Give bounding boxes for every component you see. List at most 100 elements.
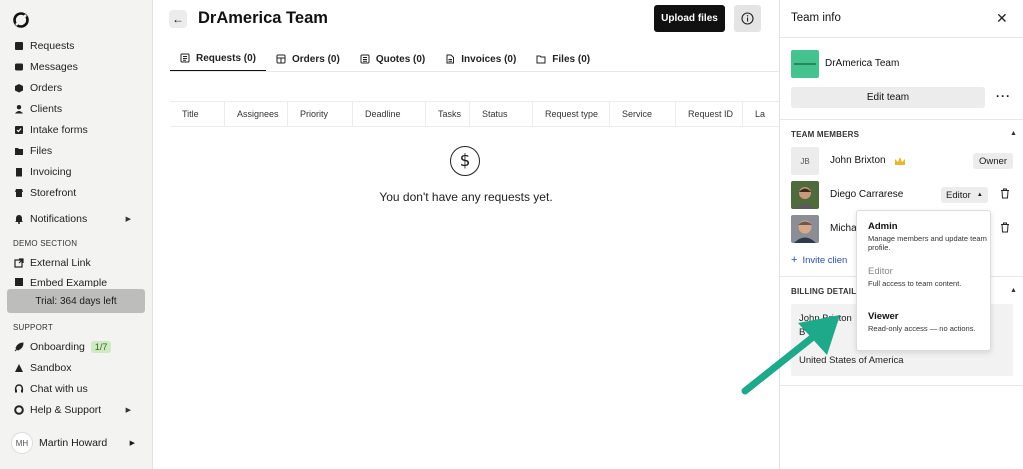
annotation-arrow-icon [741,315,840,395]
sidebar-item-messages[interactable]: Messages [0,57,153,77]
role-option-viewer[interactable]: Viewer Read-only access — no actions. [868,311,988,333]
team-logo-mark [794,63,816,65]
plus-icon: + [791,254,798,266]
sidebar-item-invoicing[interactable]: Invoicing [0,162,153,182]
bell-icon [14,214,24,224]
headset-icon [14,384,24,394]
embed-icon [14,277,24,287]
role-option-desc: Full access to team content. [868,279,962,288]
info-icon [741,12,754,25]
sidebar-item-chat[interactable]: Chat with us [0,379,153,399]
trash-icon[interactable] [1000,222,1010,233]
column-header[interactable]: Deadline [353,102,426,126]
column-header[interactable]: Status [470,102,533,126]
tabs-divider [170,71,779,72]
more-options-icon[interactable]: ··· [996,89,1011,103]
tab-requests[interactable]: Requests (0) [170,46,267,72]
user-menu[interactable]: MH Martin Howard ▶ [0,430,153,456]
tab-quotes[interactable]: Quotes (0) [350,46,435,72]
trash-icon[interactable] [1000,188,1010,199]
caret-up-icon: ▲ [976,192,983,198]
role-option-title: Editor [868,266,893,277]
folder-icon [536,54,546,64]
role-option-admin[interactable]: Admin Manage members and update team pro… [868,221,988,252]
panel-title: Team info [791,12,841,24]
tab-label: Quotes (0) [375,53,426,65]
caret-up-icon[interactable]: ▲ [1010,287,1017,294]
edit-team-button[interactable]: Edit team [791,87,985,108]
info-button[interactable] [734,5,761,32]
sidebar-item-storefront[interactable]: Storefront [0,183,153,203]
role-option-title: Admin [868,221,898,232]
sidebar-item-intake-forms[interactable]: Intake forms [0,120,153,140]
sidebar-item-label: Clients [30,103,63,115]
back-button[interactable]: ← [169,10,187,28]
sidebar-item-onboarding[interactable]: Onboarding 1/7 [0,337,153,357]
role-select[interactable]: Editor ▲ [941,187,988,203]
tab-invoices[interactable]: Invoices (0) [435,46,526,72]
sidebar-item-label: Help & Support [30,404,102,416]
chevron-right-icon: ▶ [129,440,135,447]
sandbox-icon [14,363,24,373]
billing-details-title: BILLING DETAILS [791,287,862,296]
grid-icon [276,54,286,64]
tab-files[interactable]: Files (0) [526,46,600,72]
column-header[interactable]: La [743,102,779,126]
sidebar-item-clients[interactable]: Clients [0,99,153,119]
divider [780,37,1023,38]
invoice-icon [14,167,24,177]
member-name: Diego Carrarese [830,189,904,200]
folder-icon [14,146,24,156]
external-link-icon [14,258,24,268]
column-header[interactable]: Service [610,102,676,126]
divider [780,119,1023,120]
table-header: Title Assignees Priority Deadline Tasks … [170,101,779,127]
close-icon[interactable]: ✕ [996,10,1008,27]
sidebar-item-files[interactable]: Files [0,141,153,161]
main-content: ← DrAmerica Team Upload files Requests (… [153,0,779,469]
column-header[interactable]: Request type [533,102,610,126]
trial-banner[interactable]: Trial: 364 days left [7,289,145,313]
sidebar-item-notifications[interactable]: Notifications ▶ [0,209,153,229]
caret-up-icon[interactable]: ▲ [1010,130,1017,137]
tab-label: Orders (0) [292,53,340,65]
sidebar-item-label: Files [30,145,53,157]
member-name: John Brixton [830,155,886,166]
upload-files-button[interactable]: Upload files [654,5,725,32]
team-logo [791,50,819,78]
sidebar-item-embed-example[interactable]: Embed Example [0,274,153,287]
role-option-title: Viewer [868,311,899,322]
column-header[interactable]: Title [170,102,225,126]
role-select-value: Editor [946,189,971,201]
sidebar-item-external-link[interactable]: External Link [0,253,153,273]
role-option-editor[interactable]: Editor Full access to team content. [868,266,988,288]
column-header[interactable]: Tasks [426,102,470,126]
sidebar-item-sandbox[interactable]: Sandbox [0,358,153,378]
sidebar-item-requests[interactable]: Requests [0,36,153,56]
column-header[interactable]: Request ID [676,102,743,126]
box-icon [14,83,24,93]
member-name: Micha [830,223,857,234]
arrow-left-icon: ← [172,12,184,26]
tab-label: Requests (0) [196,52,257,64]
lifebuoy-icon [14,405,24,415]
column-header[interactable]: Assignees [225,102,288,126]
tab-orders[interactable]: Orders (0) [266,46,350,72]
tab-label: Invoices (0) [461,53,517,65]
avatar: JB [791,147,819,175]
layers-icon [14,41,24,51]
role-option-desc: Read-only access — no actions. [868,324,976,333]
support-section-label: SUPPORT [13,323,53,332]
member-row: Diego Carrarese Editor ▲ [791,181,1016,209]
column-header[interactable]: Priority [288,102,353,126]
app-logo-icon[interactable] [12,11,30,29]
sidebar-item-orders[interactable]: Orders [0,78,153,98]
invite-client-link[interactable]: + Invite clien [791,254,847,266]
sidebar-item-label: Requests [30,40,75,52]
message-icon [14,62,24,72]
role-dropdown-menu: Admin Manage members and update team pro… [856,210,991,351]
checkbox-icon [14,125,24,135]
list-icon [180,53,190,63]
sidebar-item-help[interactable]: Help & Support ▶ [0,400,153,420]
sidebar-item-label: Chat with us [30,383,88,395]
